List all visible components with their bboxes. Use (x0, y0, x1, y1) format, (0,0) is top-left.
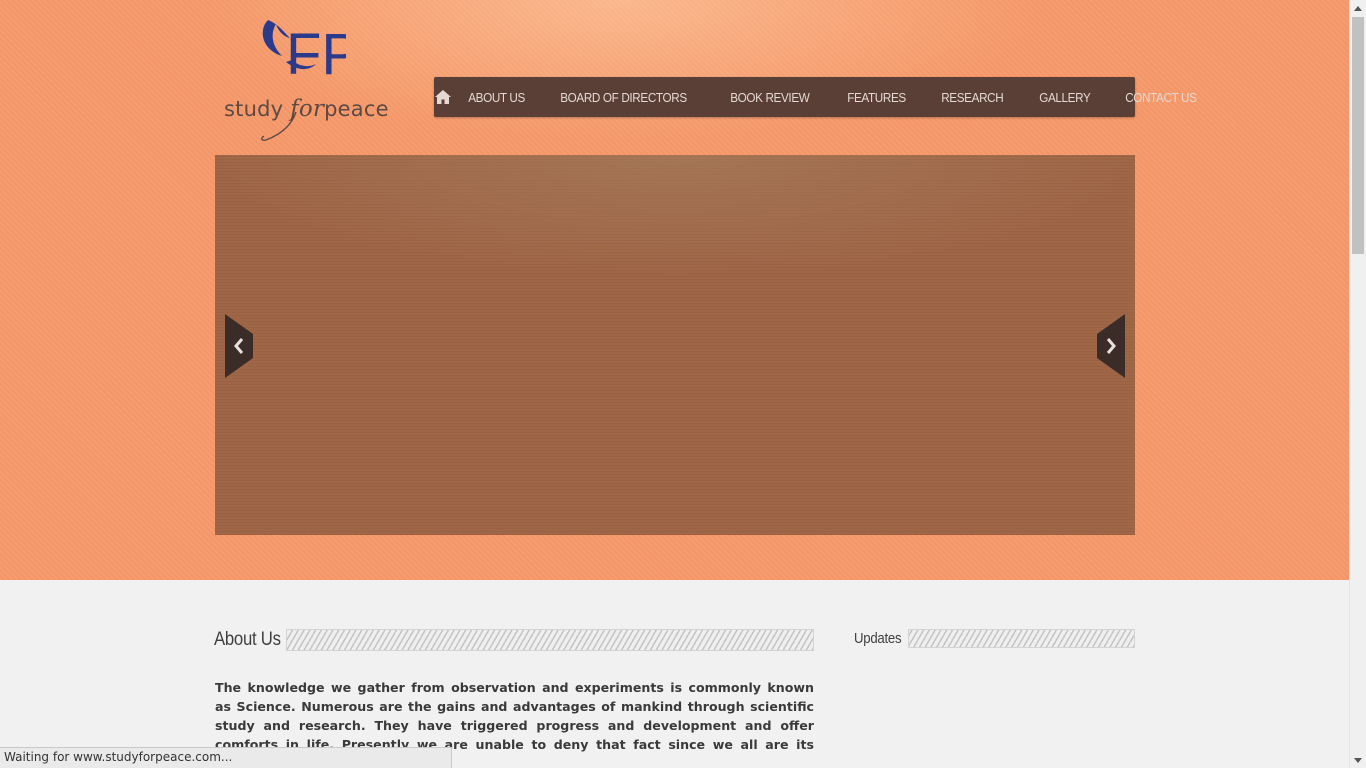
svg-text:FP: FP (286, 22, 346, 86)
slider-prev-button[interactable] (225, 314, 253, 378)
updates-title: Updates (854, 630, 902, 647)
site-logo[interactable]: FP study forpeace (222, 16, 389, 141)
scrollbar-thumb[interactable] (1352, 17, 1364, 254)
nav-item-about-us[interactable]: ABOUT US (452, 77, 540, 117)
about-us-heading: About Us (214, 629, 814, 651)
nav-item-features[interactable]: FEATURES (831, 77, 921, 117)
scroll-up-button[interactable] (1350, 0, 1366, 16)
logo-text-peace: peace (324, 97, 389, 121)
nav-item-gallery[interactable]: GALLERY (1023, 77, 1106, 117)
main-navigation: ABOUT US BOARD OF DIRECTORS BOOK REVIEW … (434, 77, 1197, 117)
scroll-up-arrow-icon (1354, 5, 1362, 11)
logo-swash-icon (261, 111, 297, 141)
scroll-down-button[interactable] (1350, 752, 1366, 768)
browser-status-bar: Waiting for www.studyforpeace.com... (0, 747, 452, 768)
heading-divider (908, 629, 1135, 648)
image-slider (215, 155, 1135, 535)
nav-item-board-of-directors[interactable]: BOARD OF DIRECTORS (544, 77, 702, 117)
home-icon (435, 90, 451, 104)
logo-mark-icon: FP (262, 20, 346, 86)
nav-home-button[interactable] (434, 77, 452, 117)
slider-next-button[interactable] (1097, 314, 1125, 378)
heading-divider (286, 629, 814, 651)
nav-item-research[interactable]: RESEARCH (925, 77, 1019, 117)
nav-item-contact-us[interactable]: CONTACT US (1109, 77, 1212, 117)
scroll-down-arrow-icon (1354, 757, 1362, 763)
about-us-title: About Us (214, 629, 281, 650)
nav-item-book-review[interactable]: BOOK REVIEW (714, 77, 825, 117)
page-scrollbar[interactable] (1349, 0, 1366, 768)
updates-heading: Updates (854, 629, 1135, 648)
